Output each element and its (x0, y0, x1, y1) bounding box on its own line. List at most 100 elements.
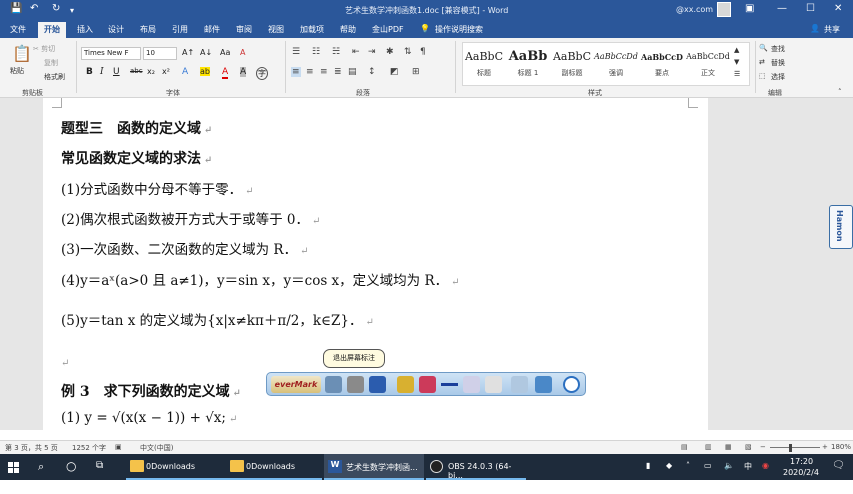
superscript-button[interactable]: x² (162, 67, 170, 76)
taskbar-item-downloads-2[interactable]: 0Downloads (226, 454, 322, 480)
text-effects-button[interactable]: A (182, 67, 188, 77)
select-button[interactable]: 选择 (771, 72, 785, 82)
bold-button[interactable]: B (86, 67, 93, 77)
align-right-icon[interactable]: ≡ (320, 67, 328, 77)
subscript-button[interactable]: x₂ (147, 67, 155, 76)
rule-3[interactable]: (3)一次函数、二次函数的定义域为 R． ↵ (61, 238, 308, 258)
share-button[interactable]: 共享 (824, 24, 840, 35)
line-width-icon[interactable] (441, 376, 458, 393)
strikethrough-button[interactable]: abc (130, 67, 143, 75)
zoom-slider-thumb[interactable] (789, 444, 792, 452)
ime-indicator[interactable]: 中 (744, 461, 752, 487)
rule-4[interactable]: (4)y＝aˣ(a>0 且 a≠1)，y＝sin x，y＝cos x，定义域均为… (61, 269, 460, 289)
rule-2[interactable]: (2)偶次根式函数被开方式大于或等于 0． ↵ (61, 208, 320, 228)
bullets-icon[interactable]: ☰ (292, 47, 300, 57)
side-tab[interactable]: Hamon (829, 205, 853, 249)
zoom-level[interactable]: 180% (831, 443, 851, 451)
align-center-icon[interactable]: ≡ (306, 67, 314, 77)
example-3-heading[interactable]: 例 3 求下列函数的定义域 ↵ (61, 381, 241, 401)
language-indicator[interactable]: 中文(中国) (140, 443, 173, 453)
save-icon[interactable]: 💾 (10, 3, 22, 14)
multilevel-list-icon[interactable]: ☵ (332, 47, 340, 57)
account-name[interactable]: @xx.com (676, 5, 713, 14)
highlight-button[interactable]: ab (200, 67, 210, 76)
save-annotation-icon[interactable] (369, 376, 386, 393)
decrease-indent-icon[interactable]: ⇤ (352, 47, 360, 57)
zoom-in-button[interactable]: + (822, 443, 828, 451)
security-icon[interactable]: ◉ (762, 461, 769, 487)
word-count[interactable]: 1252 个字 (72, 443, 106, 453)
clock-date[interactable]: 2020/2/4 (783, 468, 819, 494)
clear-screen-icon[interactable] (485, 376, 502, 393)
customize-quick-access-icon[interactable]: ▾ (70, 6, 74, 15)
find-button[interactable]: 查找 (771, 44, 785, 54)
web-layout-icon[interactable]: ▧ (745, 443, 752, 451)
cortana-icon[interactable]: ○ (66, 459, 76, 485)
clear-formatting-button[interactable]: A (240, 48, 245, 57)
read-mode-icon[interactable]: ▥ (705, 443, 712, 451)
tab-file[interactable]: 文件 (10, 24, 26, 35)
style-strong[interactable]: AaBbCcD 要点 (640, 48, 684, 84)
copy-button[interactable]: 复制 (44, 58, 58, 68)
tell-me-search[interactable]: 操作说明搜索 (435, 24, 483, 35)
shrink-font-button[interactable]: A↓ (200, 48, 212, 57)
character-shading-button[interactable]: A (240, 67, 247, 77)
show-marks-icon[interactable]: ¶ (420, 47, 426, 57)
rule-5[interactable]: (5)y＝tan x 的定义域为{x|x≠kπ＋π/2，k∈Z}． ↵ (61, 309, 374, 329)
distributed-icon[interactable]: ▤ (348, 67, 357, 77)
grow-font-button[interactable]: A↑ (182, 48, 194, 57)
minimize-button[interactable]: — (777, 3, 787, 14)
style-title[interactable]: AaBbC 标题 (462, 48, 506, 84)
font-color-button[interactable]: A (222, 67, 229, 79)
taskbar-item-downloads-1[interactable]: 0Downloads (126, 454, 226, 480)
gallery-down-icon[interactable]: ▼ (734, 58, 739, 66)
italic-button[interactable]: I (100, 67, 104, 77)
avatar[interactable] (717, 2, 731, 17)
print-layout-icon[interactable]: ▦ (725, 443, 732, 451)
tab-home[interactable]: 开始 (38, 22, 66, 38)
example-3-item-1[interactable]: (1) y = √(x(x − 1)) + √x; ↵ (61, 410, 237, 426)
cut-button[interactable]: ✂ 剪切 (33, 44, 55, 54)
page-count[interactable]: 第 3 页，共 5 页 (5, 443, 58, 453)
network-icon[interactable]: ▭ (704, 461, 712, 487)
settings-icon[interactable] (535, 376, 552, 393)
font-size-box[interactable]: 10 (143, 47, 177, 60)
color-picker-icon[interactable] (419, 376, 436, 393)
empty-paragraph[interactable]: ↵ (61, 354, 69, 370)
undo-icon[interactable]: ↶ (30, 3, 38, 14)
windows-start-icon[interactable] (8, 454, 22, 480)
tab-design[interactable]: 设计 (108, 24, 124, 35)
style-heading-1[interactable]: AaBb 标题 1 (506, 48, 550, 84)
battery-icon[interactable]: ▮ (646, 461, 650, 487)
chinese-layout-icon[interactable]: ✱ (386, 47, 394, 57)
tab-help[interactable]: 帮助 (340, 24, 356, 35)
zoom-slider[interactable] (770, 447, 820, 448)
exit-annotation-icon[interactable] (325, 376, 342, 393)
tab-mailings[interactable]: 邮件 (204, 24, 220, 35)
whiteboard-icon[interactable] (511, 376, 528, 393)
replace-button[interactable]: 替换 (771, 58, 785, 68)
underline-button[interactable]: U (113, 67, 120, 77)
rule-1[interactable]: (1)分式函数中分母不等于零． ↵ (61, 178, 254, 198)
tab-kingsoft-pdf[interactable]: 金山PDF (372, 24, 404, 35)
sort-icon[interactable]: ⇅ (404, 47, 412, 57)
focus-mode-icon[interactable]: ▤ (681, 443, 688, 451)
show-hidden-icons[interactable]: ˄ (686, 461, 690, 487)
paste-button[interactable]: 粘贴 (10, 66, 24, 76)
shading-icon[interactable]: ◩ (390, 67, 399, 77)
taskbar-item-obs[interactable]: OBS 24.0.3 (64-bi... (426, 454, 526, 480)
style-normal[interactable]: AaBbCcDd 正文 (686, 48, 730, 84)
gallery-up-icon[interactable]: ▲ (734, 46, 739, 54)
maximize-button[interactable]: ☐ (806, 3, 815, 14)
tab-addins[interactable]: 加载项 (300, 24, 324, 35)
close-button[interactable]: ✕ (834, 3, 842, 14)
align-left-icon[interactable]: ≡ (291, 67, 301, 77)
change-case-button[interactable]: Aa (220, 48, 230, 57)
tab-insert[interactable]: 插入 (77, 24, 93, 35)
gallery-more-icon[interactable]: ☰ (734, 70, 740, 78)
tab-references[interactable]: 引用 (172, 24, 188, 35)
increase-indent-icon[interactable]: ⇥ (368, 47, 376, 57)
style-emphasis[interactable]: AaBbCcDd 强调 (594, 48, 638, 84)
search-icon[interactable]: ⌕ (38, 460, 44, 486)
numbering-icon[interactable]: ☷ (312, 47, 320, 57)
